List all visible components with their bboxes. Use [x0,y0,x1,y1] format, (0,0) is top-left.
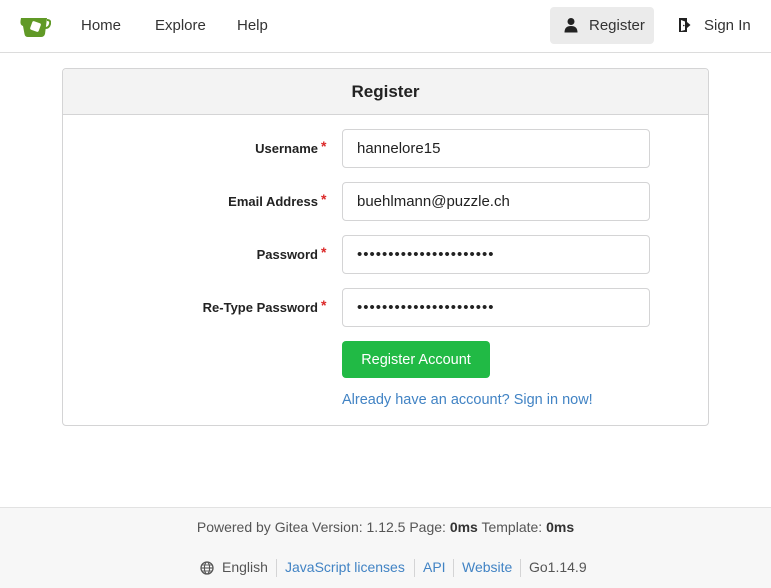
email-input[interactable] [342,182,650,221]
api-link[interactable]: API [423,559,446,575]
globe-icon [200,561,214,575]
username-input[interactable] [342,129,650,168]
gitea-logo-icon[interactable] [19,13,51,39]
footer-divider [276,559,277,577]
nav-register-label: Register [589,17,645,34]
username-required-mark: * [321,138,327,154]
password-input[interactable] [342,235,650,274]
retype-password-required-mark: * [321,297,327,313]
top-navbar: Home Explore Help Register Sign In [0,0,771,53]
website-link[interactable]: Website [462,559,512,575]
powered-by-text: Powered by Gitea Version: 1.12.5 Page: [196,519,446,535]
retype-password-label: Re-Type Password [202,300,318,315]
footer-divider [520,559,521,577]
nav-help-link[interactable]: Help [237,0,268,52]
page-time: 0ms [449,519,478,535]
go-version: Go1.14.9 [529,559,587,575]
form-title: Register [63,69,708,115]
template-time: 0ms [546,519,575,535]
register-account-button[interactable]: Register Account [342,341,490,378]
username-label: Username [255,141,318,156]
nav-register-button[interactable]: Register [550,7,654,44]
template-label: Template: [481,519,543,535]
js-licenses-link[interactable]: JavaScript licenses [285,559,405,575]
footer-version-info: Powered by Gitea Version: 1.12.5 Page: 0… [0,519,771,535]
language-selector[interactable]: English [222,559,268,575]
register-form-panel: Register Username * Email Address * Pass… [62,68,709,426]
footer-divider [453,559,454,577]
nav-home-link[interactable]: Home [81,0,121,52]
password-label: Password [256,247,318,262]
nav-explore-link[interactable]: Explore [155,0,206,52]
signin-now-link[interactable]: Already have an account? Sign in now! [342,392,593,408]
sign-in-icon [679,18,691,32]
email-required-mark: * [321,191,327,207]
retype-password-input[interactable] [342,288,650,327]
email-label: Email Address [228,194,318,209]
password-required-mark: * [321,244,327,260]
nav-signin-label: Sign In [704,17,751,34]
footer-divider [414,559,415,577]
user-icon [564,18,578,33]
page-footer: Powered by Gitea Version: 1.12.5 Page: 0… [0,507,771,588]
